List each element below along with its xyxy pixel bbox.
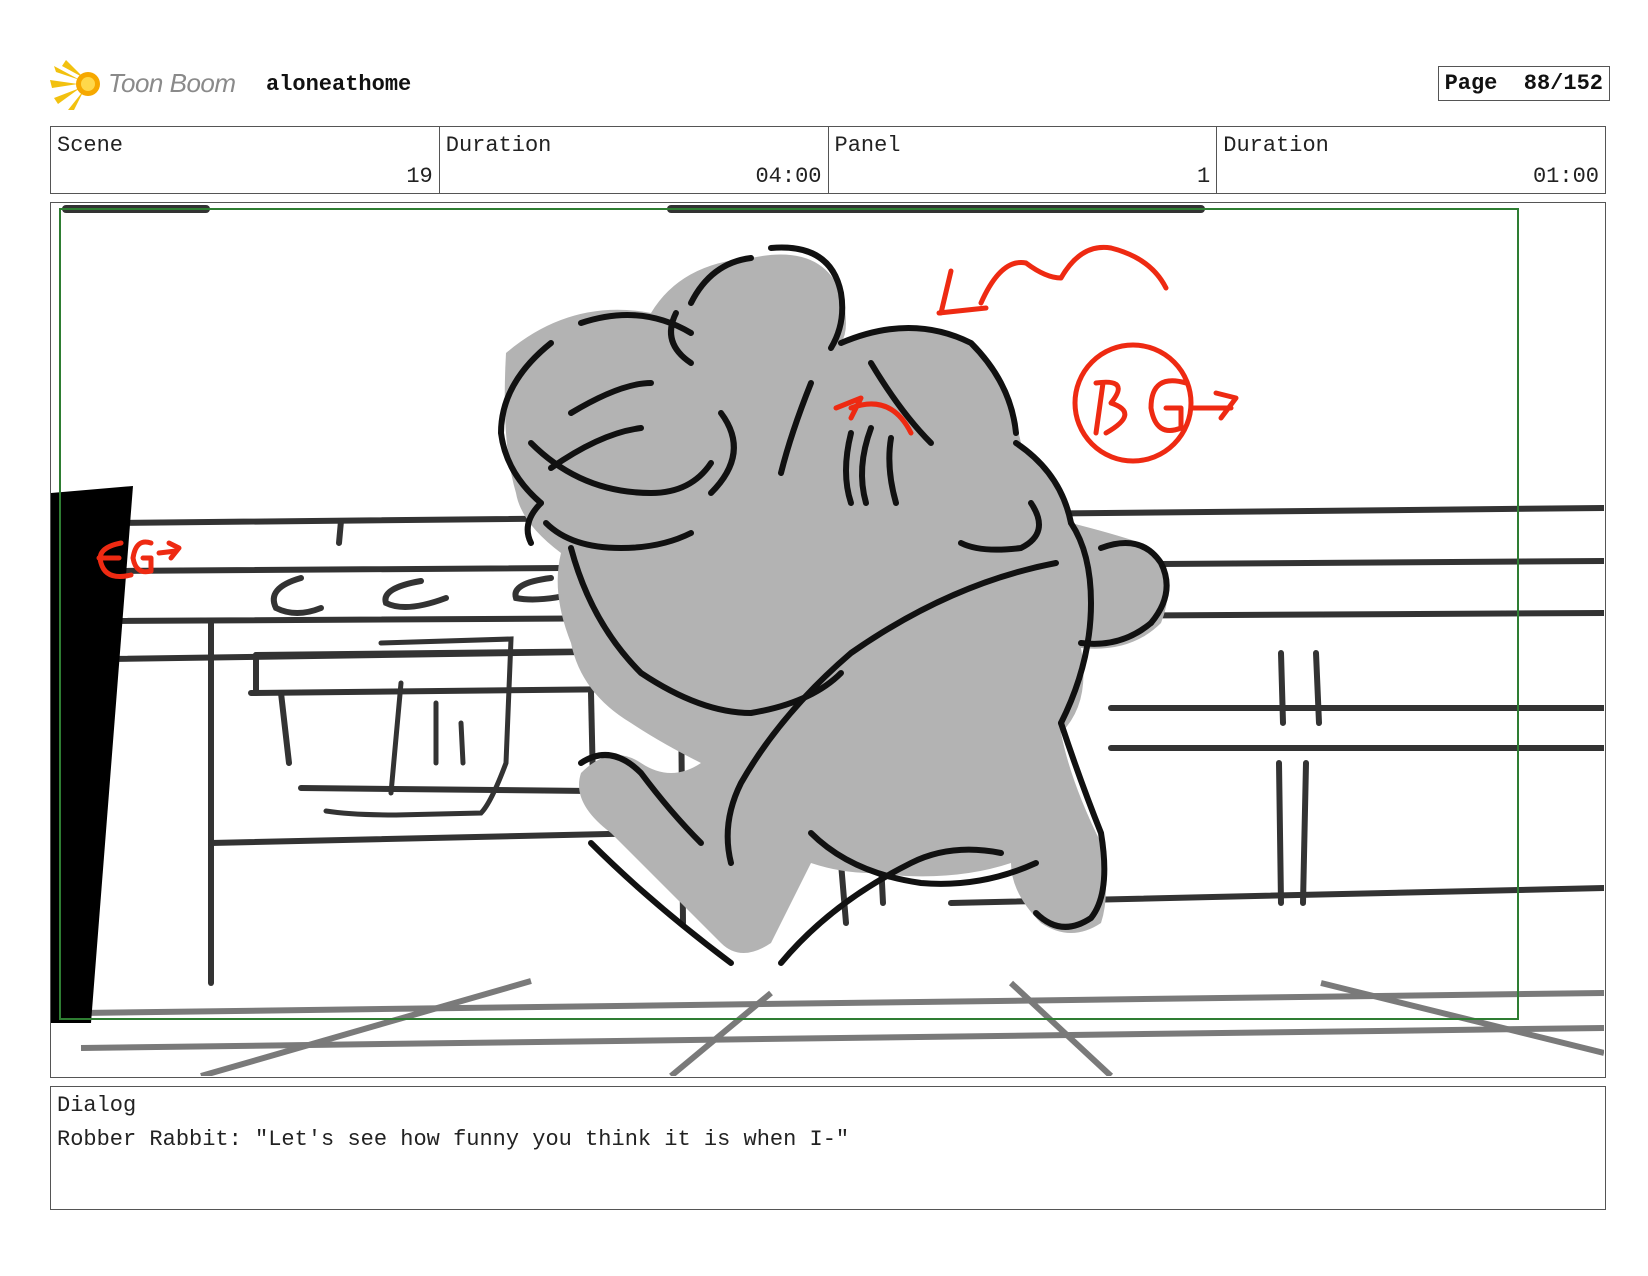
panel-sketch bbox=[51, 205, 1604, 1076]
scene-cell: Scene 19 bbox=[51, 127, 440, 193]
scene-value: 19 bbox=[406, 164, 433, 189]
toon-boom-logo-icon bbox=[50, 60, 100, 110]
scene-info-bar: Scene 19 Duration 04:00 Panel 1 Duration… bbox=[50, 126, 1606, 194]
door-frame bbox=[51, 486, 133, 1023]
brand-name: Toon Boom bbox=[108, 68, 236, 98]
page-label: Page bbox=[1444, 71, 1498, 96]
scene-duration-value: 04:00 bbox=[755, 164, 822, 189]
panel-cell: Panel 1 bbox=[829, 127, 1218, 193]
scene-duration-label: Duration bbox=[445, 133, 552, 158]
panel-duration-cell: Duration 01:00 bbox=[1217, 127, 1605, 193]
floor-lines bbox=[80, 978, 1604, 1076]
dialog-text: Robber Rabbit: "Let's see how funny you … bbox=[57, 1127, 850, 1152]
page-counter: Page 88/152 bbox=[1437, 66, 1610, 101]
panel-duration-label: Duration bbox=[1223, 133, 1329, 158]
scene-duration-cell: Duration 04:00 bbox=[440, 127, 829, 193]
panel-duration-value: 01:00 bbox=[1532, 164, 1599, 189]
robber-rabbit-sketch bbox=[498, 244, 1170, 966]
page-header: Toon Boom aloneathome Page 88/152 bbox=[50, 58, 1610, 112]
storyboard-panel bbox=[50, 202, 1606, 1078]
scene-label: Scene bbox=[57, 133, 124, 158]
dialog-box: Dialog Robber Rabbit: "Let's see how fun… bbox=[50, 1086, 1606, 1210]
project-title: aloneathome bbox=[266, 72, 412, 97]
dialog-label: Dialog bbox=[57, 1093, 137, 1118]
page-value: 88/152 bbox=[1523, 71, 1603, 96]
panel-label: Panel bbox=[834, 133, 901, 158]
panel-value: 1 bbox=[1197, 164, 1211, 189]
